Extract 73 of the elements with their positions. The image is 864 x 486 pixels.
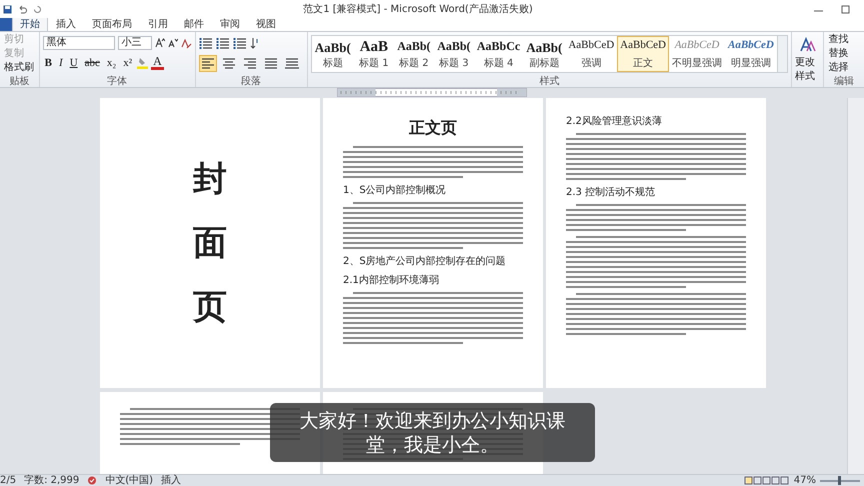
- align-button[interactable]: [198, 54, 217, 72]
- style-item[interactable]: AaB 标题 1: [354, 36, 394, 72]
- style-item[interactable]: AaBb( 标题 2: [394, 36, 434, 72]
- section-heading: 2.1内部控制环境薄弱: [343, 274, 440, 287]
- page-count[interactable]: 2/5: [0, 475, 16, 486]
- group-label: 字体: [106, 76, 128, 87]
- font-size-field[interactable]: 小三: [118, 36, 152, 50]
- edit-button[interactable]: 查找: [827, 34, 850, 46]
- sort-icon[interactable]: [250, 37, 260, 49]
- undo-icon[interactable]: [18, 4, 27, 14]
- proofing-icon[interactable]: [87, 476, 98, 485]
- clipboard-button[interactable]: 格式刷: [3, 62, 35, 74]
- word-count[interactable]: 字数: 2,999: [24, 475, 80, 486]
- align-justify-icon: [264, 56, 278, 70]
- align-right-icon: [242, 56, 257, 70]
- style-item[interactable]: AaBbCeD 明显强调: [725, 36, 777, 72]
- group-label: 样式: [538, 76, 560, 87]
- edit-button[interactable]: 选择: [827, 62, 850, 74]
- ribbon-tab[interactable]: 审阅: [212, 17, 248, 31]
- format-button[interactable]: U: [68, 56, 80, 70]
- cover-character: 封: [193, 158, 227, 201]
- font-family-field[interactable]: 黑体: [42, 36, 115, 50]
- section-heading: 2、S房地产公司内部控制存在的问题: [343, 254, 507, 268]
- style-item[interactable]: AaBbCc 标题 4: [474, 36, 524, 72]
- style-item[interactable]: AaBbCeD 正文: [617, 36, 669, 72]
- align-distributed-icon: [284, 56, 299, 70]
- ribbon-tab[interactable]: 视图: [248, 17, 284, 31]
- view-mode-icon[interactable]: [744, 476, 790, 485]
- gallery-scrollbar[interactable]: [776, 36, 787, 72]
- format-button[interactable]: x₂: [104, 56, 118, 70]
- style-item[interactable]: AaBb( 副标题: [523, 36, 566, 72]
- grow-font-icon[interactable]: [154, 38, 165, 48]
- align-left-icon: [200, 56, 215, 70]
- style-item[interactable]: AaBbCeD 不明显强调: [669, 36, 725, 72]
- subtitle-line: 堂，我是小仝。: [366, 432, 499, 456]
- cover-character: 页: [193, 286, 227, 329]
- section-heading: 2.2风险管理意识淡薄: [566, 114, 663, 128]
- edit-button[interactable]: 替换: [827, 48, 850, 60]
- style-item[interactable]: AaBb( 标题 3: [434, 36, 474, 72]
- save-icon[interactable]: [3, 4, 12, 14]
- cover-character: 面: [193, 222, 227, 265]
- ribbon-tab[interactable]: 页面布局: [84, 17, 140, 31]
- ribbon-tab[interactable]: 开始: [12, 17, 48, 31]
- bullet-list-icon: [198, 36, 213, 50]
- subtitle-line: 大家好！欢迎来到办公小知识课: [300, 408, 566, 432]
- format-button[interactable]: B: [42, 56, 54, 70]
- group-label: 贴板: [8, 76, 30, 87]
- change-styles-button[interactable]: 更改样式: [794, 34, 820, 83]
- ribbon-tab[interactable]: 插入: [48, 17, 84, 31]
- style-item[interactable]: AaBbCeD 强调: [565, 36, 618, 72]
- ribbon-tab[interactable]: 邮件: [176, 17, 212, 31]
- language-indicator[interactable]: 中文(中国): [105, 475, 154, 486]
- vertical-scrollbar[interactable]: [847, 98, 864, 474]
- insert-mode[interactable]: 插入: [161, 475, 182, 486]
- styles-icon: [800, 37, 816, 53]
- maximize-icon[interactable]: [841, 4, 850, 14]
- page-title: 正文页: [408, 118, 458, 139]
- redo-icon[interactable]: [33, 4, 42, 14]
- zoom-level[interactable]: 47%: [794, 475, 816, 486]
- highlighter-icon[interactable]: [137, 57, 148, 69]
- window-title: 范文1 [兼容模式] - Microsoft Word(产品激活失败): [302, 2, 534, 16]
- section-heading: 1、S公司内部控制概况: [343, 184, 447, 197]
- format-button[interactable]: I: [57, 56, 65, 70]
- format-button[interactable]: abc: [82, 56, 102, 70]
- shrink-font-icon[interactable]: [168, 38, 178, 48]
- group-label: 段落: [240, 76, 262, 87]
- ribbon-tab[interactable]: 引用: [140, 17, 176, 31]
- font-color-button[interactable]: A: [151, 56, 164, 70]
- group-label: 编辑: [833, 76, 856, 87]
- style-item[interactable]: AaBb( 标题: [312, 36, 354, 72]
- format-button[interactable]: x²: [121, 56, 134, 70]
- align-center-icon: [222, 56, 236, 70]
- section-heading: 2.3 控制活动不规范: [566, 186, 656, 199]
